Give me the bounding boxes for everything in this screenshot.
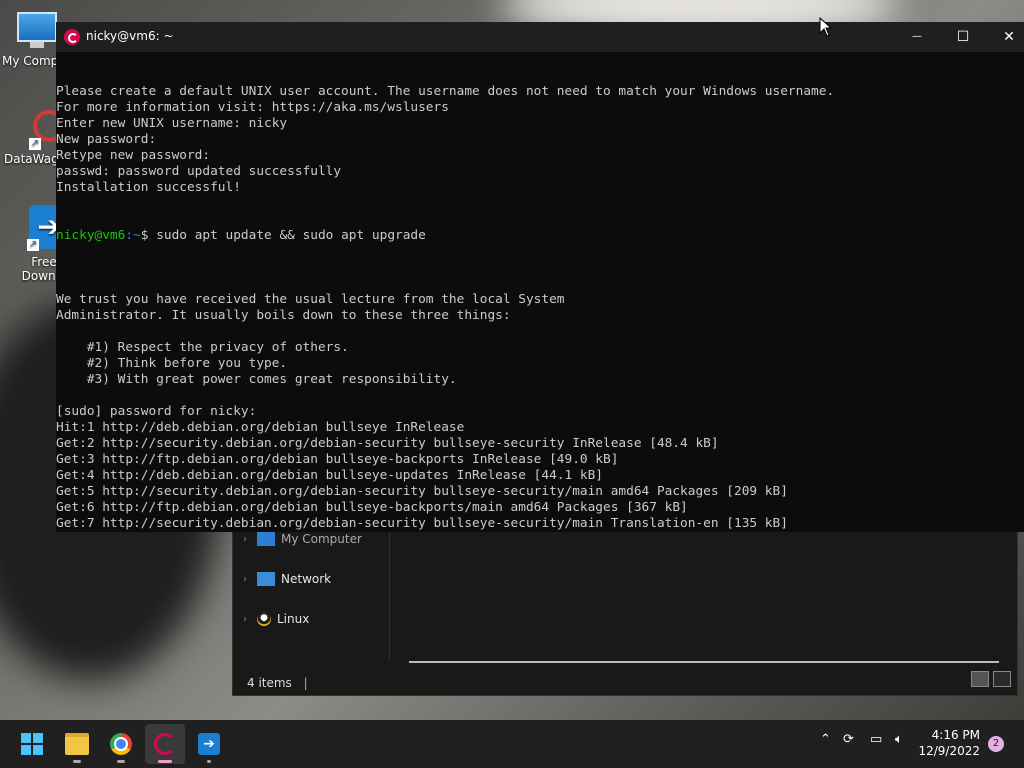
- linux-penguin-icon: [257, 612, 271, 626]
- computer-icon: [257, 532, 275, 546]
- prompt-path: :~: [125, 228, 141, 243]
- nav-item-network[interactable]: › Network: [243, 569, 331, 589]
- terminal-line: #3) With great power comes great respons…: [56, 372, 457, 387]
- datawagon-icon: ↗: [15, 110, 65, 150]
- terminal-line: Please create a default UNIX user accoun…: [56, 84, 835, 99]
- terminal-line: Get:7 http://security.debian.org/debian-…: [56, 516, 788, 531]
- taskbar-free-download[interactable]: ➔: [189, 724, 229, 764]
- terminal-line: Get:3 http://ftp.debian.org/debian bulls…: [56, 452, 619, 467]
- mouse-pointer-icon: [819, 17, 833, 37]
- maximize-button[interactable]: ☐: [940, 22, 986, 52]
- terminal-window[interactable]: nicky@vm6: ~ — ☐ ✕ Please create a defau…: [56, 22, 1024, 532]
- start-button[interactable]: [12, 724, 52, 764]
- chevron-up-icon[interactable]: ⌃: [820, 732, 831, 747]
- terminal-line: #2) Think before you type.: [56, 356, 288, 371]
- chrome-icon: [110, 733, 132, 755]
- prompt-line: nicky@vm6:~$ sudo apt update && sudo apt…: [56, 228, 1024, 244]
- taskbar-chrome[interactable]: [101, 724, 141, 764]
- nav-item-label: Linux: [277, 612, 310, 626]
- free-download-icon: ➔: [198, 733, 220, 755]
- network-icon: [257, 572, 275, 586]
- debian-icon: [64, 29, 80, 45]
- minimize-button[interactable]: —: [894, 22, 940, 52]
- terminal-line: Administrator. It usually boils down to …: [56, 308, 511, 323]
- display-icon[interactable]: ▭: [870, 732, 882, 747]
- title-bar[interactable]: nicky@vm6: ~ — ☐ ✕: [56, 22, 1024, 52]
- prompt-symbol: $: [140, 228, 157, 243]
- debian-icon: [154, 733, 176, 755]
- time: 4:16 PM: [931, 728, 980, 742]
- prompt-user: nicky@vm6: [56, 228, 126, 243]
- folder-icon: [65, 733, 89, 755]
- date: 12/9/2022: [918, 744, 980, 758]
- windows-start-icon: [21, 733, 43, 755]
- monitor-icon: [17, 12, 57, 52]
- status-bar: 4 items |: [247, 676, 308, 690]
- nav-item-my-computer[interactable]: › My Computer: [243, 529, 362, 549]
- window-title: nicky@vm6: ~: [86, 29, 174, 43]
- chevron-right-icon[interactable]: ›: [243, 614, 257, 625]
- terminal-line: We trust you have received the usual lec…: [56, 292, 565, 307]
- terminal-line: passwd: password updated successfully: [56, 164, 342, 179]
- terminal-line: Enter new UNIX username: nicky: [56, 116, 288, 131]
- running-indicator: [117, 760, 125, 763]
- terminal-line: Retype new password:: [56, 148, 211, 163]
- clock[interactable]: 4:16 PM 12/9/2022: [918, 727, 980, 759]
- terminal-line: #1) Respect the privacy of others.: [56, 340, 349, 355]
- nav-item-label: My Computer: [281, 532, 362, 546]
- terminal-line: New password:: [56, 132, 157, 147]
- file-explorer-window[interactable]: › My Computer › Network › Linux 4 items …: [232, 520, 1018, 696]
- chevron-right-icon[interactable]: ›: [243, 534, 257, 545]
- free-download-icon: ➔ ↗: [17, 205, 69, 253]
- taskbar-file-explorer[interactable]: [57, 724, 97, 764]
- running-indicator: [158, 760, 172, 763]
- navigation-pane: › My Computer › Network › Linux: [233, 521, 390, 661]
- horizontal-scrollbar[interactable]: [409, 661, 999, 663]
- close-button[interactable]: ✕: [986, 22, 1024, 52]
- terminal-line: Get:2 http://security.debian.org/debian-…: [56, 436, 719, 451]
- terminal-line: Get:6 http://ftp.debian.org/debian bulls…: [56, 500, 688, 515]
- terminal-line: Installation successful!: [56, 180, 241, 195]
- terminal-output[interactable]: Please create a default UNIX user accoun…: [56, 52, 1024, 532]
- taskbar-debian[interactable]: [145, 724, 185, 764]
- item-count: 4 items: [247, 676, 292, 690]
- notification-badge[interactable]: 2: [988, 736, 1004, 752]
- tiles-view-button[interactable]: [993, 671, 1011, 687]
- terminal-line: For more information visit: https://aka.…: [56, 100, 449, 115]
- taskbar: ➔ ⌃ ⟳ ▭ 🔈︎ 4:16 PM 12/9/2022 2: [0, 720, 1024, 768]
- command-text: sudo apt update && sudo apt upgrade: [156, 228, 426, 243]
- nav-item-linux[interactable]: › Linux: [243, 609, 309, 629]
- speaker-icon[interactable]: 🔈︎: [895, 732, 903, 747]
- running-indicator: [207, 760, 211, 763]
- chevron-right-icon[interactable]: ›: [243, 574, 257, 585]
- nav-item-label: Network: [281, 572, 332, 586]
- running-indicator: [73, 760, 81, 763]
- terminal-line: Hit:1 http://deb.debian.org/debian bulls…: [56, 420, 465, 435]
- details-view-button[interactable]: [971, 671, 989, 687]
- terminal-line: Get:5 http://security.debian.org/debian-…: [56, 484, 788, 499]
- sync-icon[interactable]: ⟳: [843, 732, 854, 747]
- terminal-line: Get:4 http://deb.debian.org/debian bulls…: [56, 468, 604, 483]
- terminal-line: [sudo] password for nicky:: [56, 404, 257, 419]
